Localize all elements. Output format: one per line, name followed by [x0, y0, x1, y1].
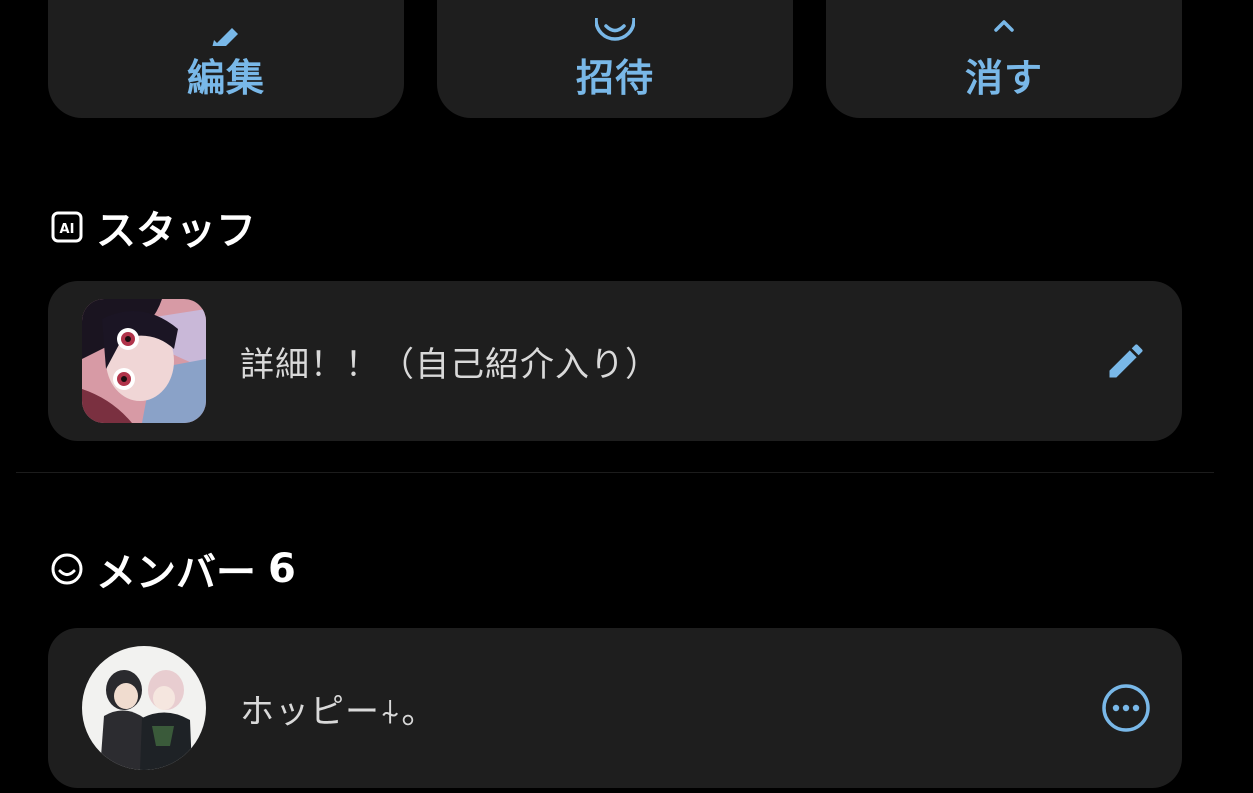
delete-label: 消す [964, 56, 1043, 100]
ai-badge-icon: AI [50, 210, 84, 244]
section-divider [16, 472, 1214, 473]
smiley-icon [50, 552, 84, 586]
member-avatar [82, 646, 206, 770]
members-title: メンバー [96, 550, 256, 596]
members-section-header: メンバー 6 [50, 540, 296, 598]
staff-title: スタッフ [96, 208, 256, 254]
staff-name: 詳細！！（自己紹介入り） [240, 344, 660, 385]
invite-label: 招待 [575, 56, 654, 100]
chevron-up-icon [984, 18, 1024, 46]
edit-pencil-icon[interactable] [1100, 335, 1152, 387]
invite-button[interactable]: 招待 [437, 0, 793, 118]
smiley-icon [595, 18, 635, 46]
edit-button[interactable]: 編集 [48, 0, 404, 118]
edit-label: 編集 [186, 56, 265, 100]
staff-avatar [82, 299, 206, 423]
member-name: ホッピー⍭。 [240, 691, 437, 732]
member-card[interactable]: ホッピー⍭。 [48, 628, 1182, 788]
pencil-icon [206, 18, 246, 46]
members-count: 6 [268, 546, 296, 592]
svg-text:AI: AI [60, 222, 75, 237]
group-settings-screen: 編集 招待 消す AI スタッフ 詳細！！（自己紹介入り） メンバー 6 ホッピ… [0, 0, 1253, 793]
more-options-icon[interactable] [1100, 682, 1152, 734]
staff-card[interactable]: 詳細！！（自己紹介入り） [48, 281, 1182, 441]
staff-section-header: AI スタッフ [50, 198, 256, 256]
delete-button[interactable]: 消す [826, 0, 1182, 118]
